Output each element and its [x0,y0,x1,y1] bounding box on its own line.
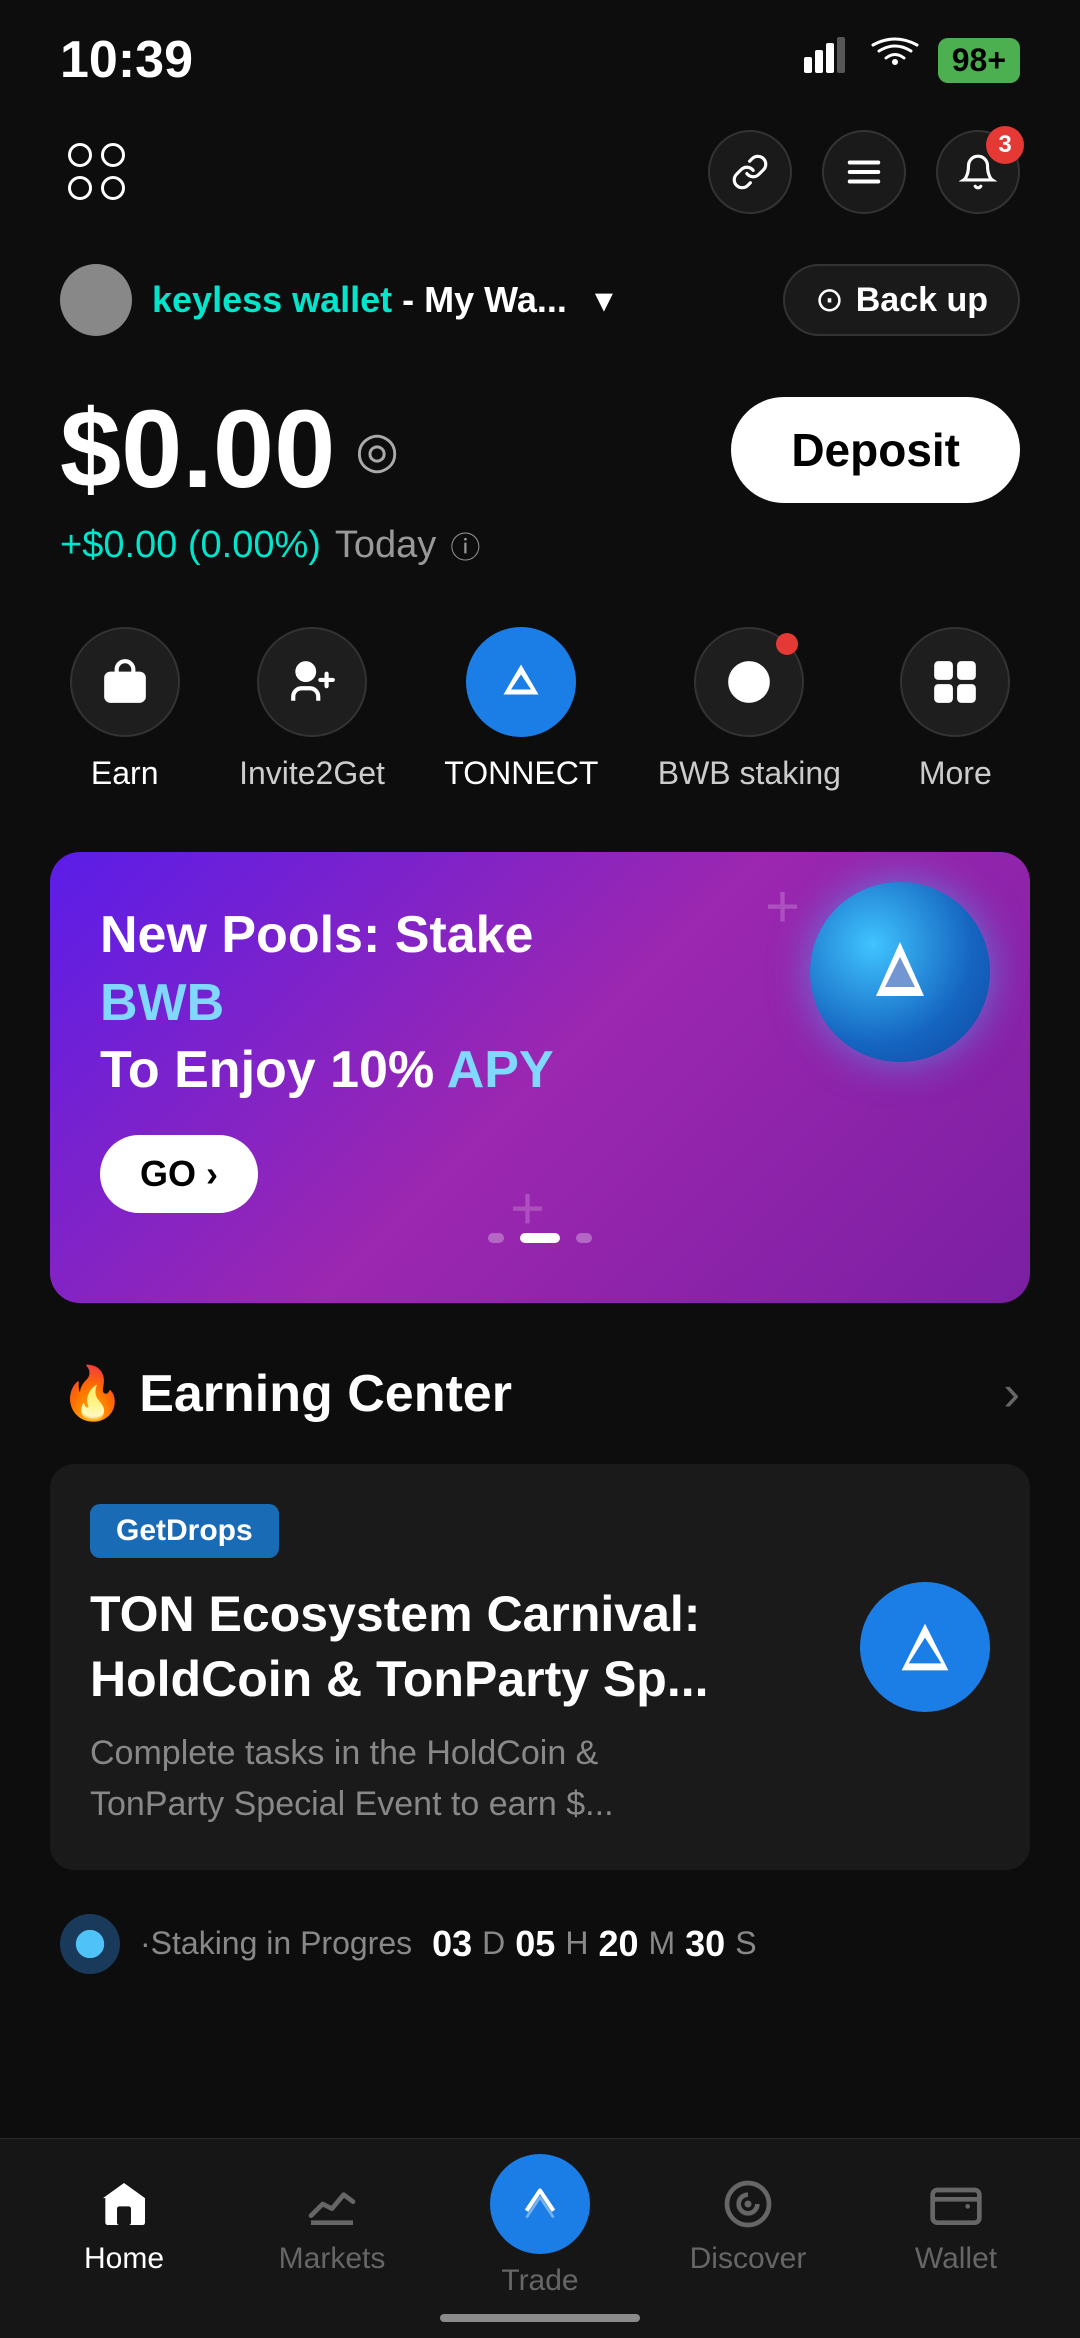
action-more[interactable]: More [900,627,1010,792]
menu-button[interactable] [822,130,906,214]
card-desc: Complete tasks in the HoldCoin &TonParty… [90,1728,830,1830]
header-right: 3 [708,130,1020,214]
action-bwb-staking[interactable]: BWB staking [658,627,841,792]
banner-dot-3 [576,1233,592,1243]
banner-title: New Pools: Stake BWB To Enjoy 10% APY [100,902,580,1105]
tonnect-icon-circle [466,627,576,737]
get-drops-badge: GetDrops [90,1504,279,1558]
banner-dot-1 [488,1233,504,1243]
status-time: 10:39 [60,30,193,90]
card-tonnect-icon [860,1582,990,1712]
staking-label: ·Staking in Progres [140,1925,412,1962]
header: 3 [0,110,1080,234]
balance-today: Today [335,524,436,567]
staking-clock-icon [60,1914,120,1974]
home-indicator [440,2314,640,2322]
chevron-down-icon: ▾ [595,279,613,321]
wallet-name: keyless wallet - My Wa... [152,279,567,321]
action-earn[interactable]: Earn [70,627,180,792]
backup-button[interactable]: ⊙ Back up [783,264,1020,336]
timer-days: 03 [432,1923,472,1965]
bottom-nav: Home Markets Trade [0,2138,1080,2338]
earning-center-arrow: › [1003,1364,1020,1422]
card-content: TON Ecosystem Carnival:HoldCoin & TonPar… [90,1582,990,1830]
deposit-button[interactable]: Deposit [731,397,1020,503]
timer-minutes: 20 [598,1923,638,1965]
more-icon-circle [900,627,1010,737]
staking-timer: 03 D 05 H 20 M 30 S [432,1923,756,1965]
quick-actions: Earn Invite2Get TONNECT [0,577,1080,812]
balance-change: +$0.00 (0.00%) Today ⓘ [60,523,1020,567]
red-dot-indicator [776,633,798,655]
nav-wallet-label: Wallet [915,2242,997,2276]
banner-coin-icon [810,882,990,1062]
earning-center-header[interactable]: 🔥 Earning Center › [0,1343,1080,1444]
wallet-row: keyless wallet - My Wa... ▾ ⊙ Back up [0,244,1080,356]
battery-indicator: 98+ [938,38,1020,83]
nav-home[interactable]: Home [44,2176,204,2276]
nav-discover-label: Discover [690,2242,807,2276]
wifi-icon [870,37,920,83]
action-tonnect[interactable]: TONNECT [444,627,598,792]
timer-days-label: D [482,1925,505,1962]
card-text: TON Ecosystem Carnival:HoldCoin & TonPar… [90,1582,860,1830]
earning-card[interactable]: GetDrops TON Ecosystem Carnival:HoldCoin… [50,1464,1030,1870]
action-invite2get[interactable]: Invite2Get [239,627,385,792]
staking-strip: ·Staking in Progres 03 D 05 H 20 M 30 S [0,1890,1080,1998]
link-button[interactable] [708,130,792,214]
balance-change-value: +$0.00 (0.00%) [60,524,321,567]
nav-home-label: Home [84,2242,164,2276]
apps-button[interactable] [60,135,134,209]
timer-hours: 05 [515,1923,555,1965]
trade-circle [490,2154,590,2254]
nav-trade-label: Trade [501,2264,578,2298]
nav-trade[interactable]: Trade [460,2154,620,2298]
earning-center-title: 🔥 Earning Center [60,1363,512,1424]
wallet-selector[interactable]: keyless wallet - My Wa... ▾ [60,264,613,336]
earn-label: Earn [91,755,159,792]
nav-discover[interactable]: Discover [668,2176,828,2276]
deco-plus-1: + [765,872,800,941]
bwb-icon-circle [694,627,804,737]
notification-badge: 3 [986,126,1024,164]
more-label: More [919,755,992,792]
status-icons: 98+ [804,37,1020,83]
nav-markets[interactable]: Markets [252,2176,412,2276]
bwb-label: BWB staking [658,755,841,792]
deco-plus-2: + [510,1174,545,1243]
banner-go-button[interactable]: GO › [100,1135,258,1213]
invite-icon-circle [257,627,367,737]
signal-icon [804,37,852,83]
screen: 10:39 98+ [0,0,1080,2338]
nav-wallet[interactable]: Wallet [876,2176,1036,2276]
tonnect-label: TONNECT [444,755,598,792]
backup-label: Back up [856,281,988,320]
timer-hours-label: H [565,1925,588,1962]
timer-minutes-label: M [648,1925,675,1962]
timer-seconds-label: S [735,1925,756,1962]
notification-button[interactable]: 3 [936,130,1020,214]
warning-icon: ⊙ [815,280,844,320]
promo-banner[interactable]: + + New Pools: Stake BWB To Enjoy 10% AP… [50,852,1030,1303]
status-bar: 10:39 98+ [0,0,1080,100]
invite-label: Invite2Get [239,755,385,792]
card-title: TON Ecosystem Carnival:HoldCoin & TonPar… [90,1582,830,1712]
nav-markets-label: Markets [279,2242,386,2276]
wallet-avatar [60,264,132,336]
balance-amount: $0.00 [60,386,335,513]
timer-seconds: 30 [685,1923,725,1965]
balance-section: $0.00 ◎ Deposit +$0.00 (0.00%) Today ⓘ [0,356,1080,577]
earn-icon-circle [70,627,180,737]
info-icon: ⓘ [450,523,480,567]
eye-icon[interactable]: ◎ [355,421,399,479]
